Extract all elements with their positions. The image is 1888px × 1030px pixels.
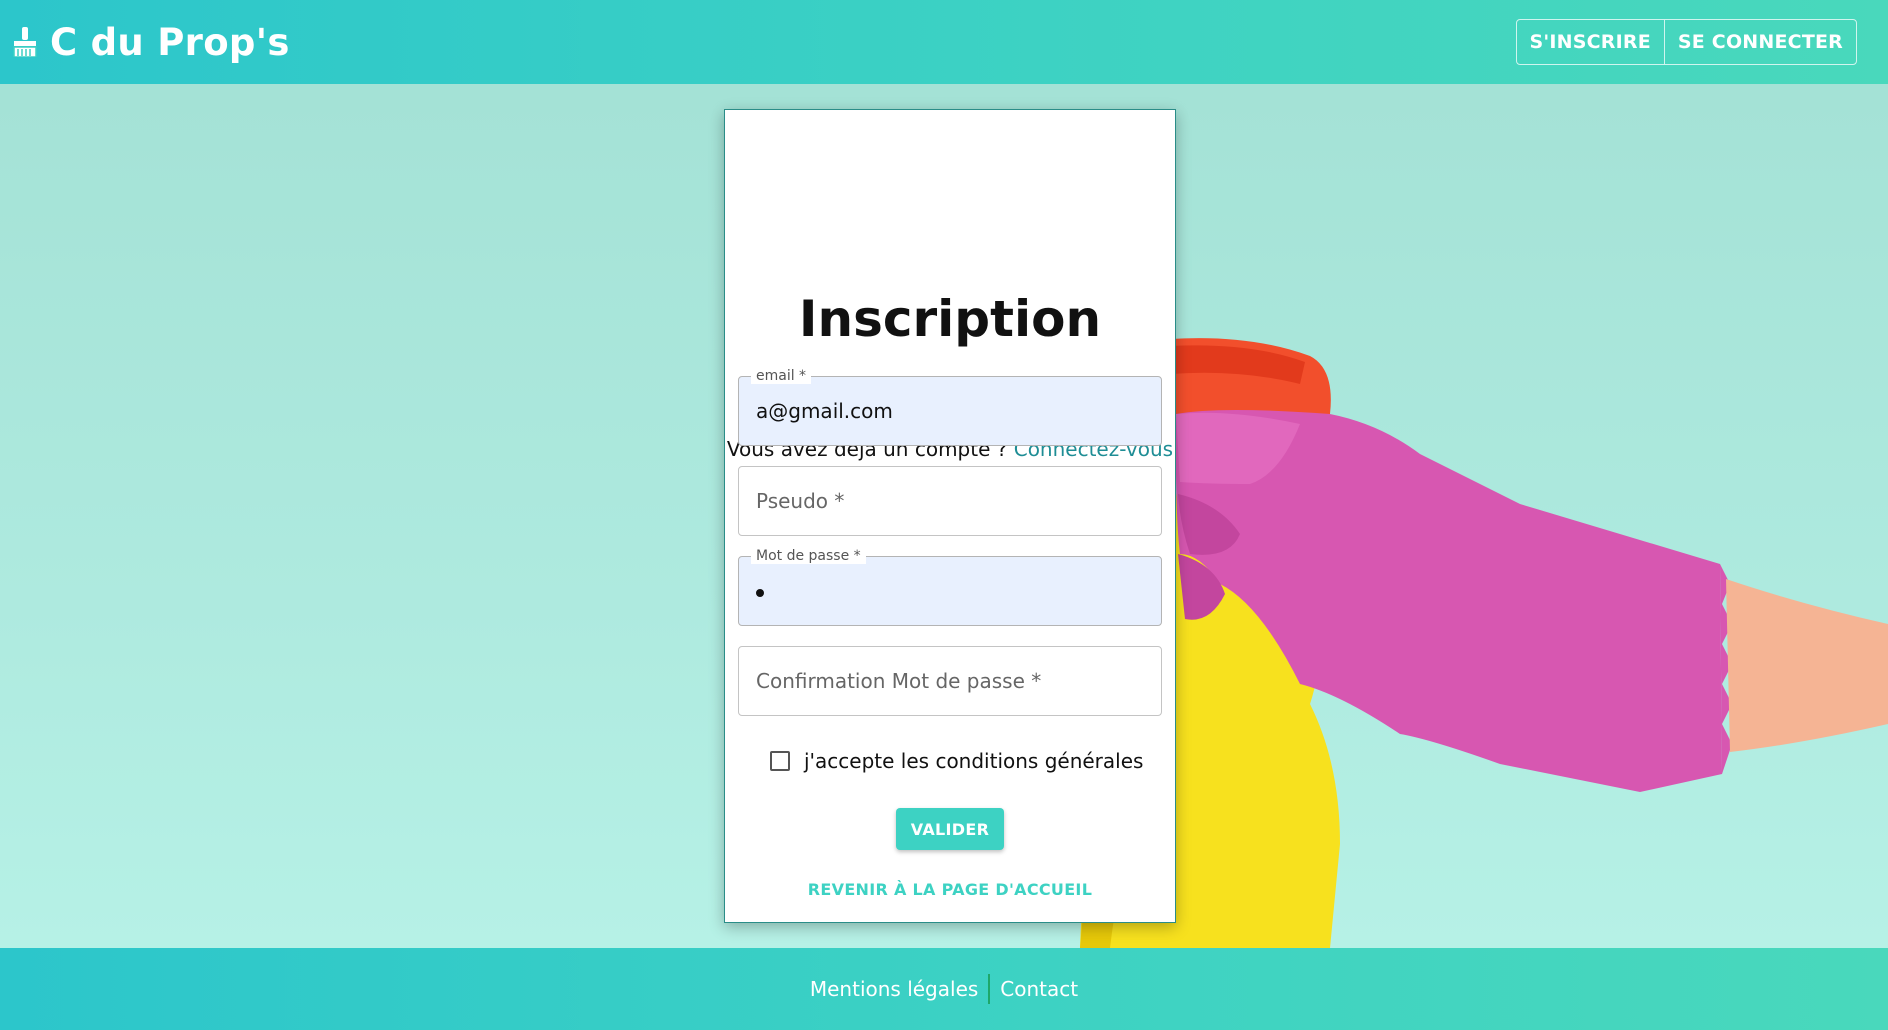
password-mask-dot: [756, 589, 764, 597]
email-label: email *: [751, 368, 812, 384]
password-field[interactable]: Mot de passe *: [738, 548, 1162, 626]
brand[interactable]: C du Prop's: [12, 21, 290, 64]
email-field[interactable]: email * a@gmail.com: [738, 368, 1162, 446]
page-title: Inscription: [798, 290, 1102, 348]
submit-button[interactable]: VALIDER: [896, 808, 1004, 850]
back-home-link[interactable]: REVENIR À LA PAGE D'ACCUEIL: [724, 880, 1176, 899]
password-label: Mot de passe *: [751, 548, 866, 564]
footer: Mentions légales Contact: [0, 948, 1888, 1030]
broom-icon: [13, 27, 37, 57]
legal-notice-link[interactable]: Mentions légales: [800, 977, 988, 1001]
contact-link[interactable]: Contact: [990, 977, 1088, 1001]
terms-label[interactable]: j'accepte les conditions générales: [804, 749, 1143, 773]
terms-checkbox[interactable]: [770, 751, 790, 771]
register-button[interactable]: S'INSCRIRE: [1517, 20, 1664, 64]
top-navbar: C du Prop's S'INSCRIRE SE CONNECTER: [0, 0, 1888, 84]
email-value: a@gmail.com: [756, 399, 893, 423]
brand-title: C du Prop's: [50, 20, 290, 64]
pseudo-field[interactable]: Pseudo *: [738, 466, 1162, 536]
login-button[interactable]: SE CONNECTER: [1663, 20, 1856, 64]
terms-row[interactable]: j'accepte les conditions générales: [770, 749, 1143, 773]
confirm-password-field[interactable]: Confirmation Mot de passe *: [738, 646, 1162, 716]
pseudo-placeholder: Pseudo *: [756, 489, 845, 513]
auth-button-group: S'INSCRIRE SE CONNECTER: [1515, 19, 1857, 65]
confirm-password-placeholder: Confirmation Mot de passe *: [756, 669, 1042, 693]
